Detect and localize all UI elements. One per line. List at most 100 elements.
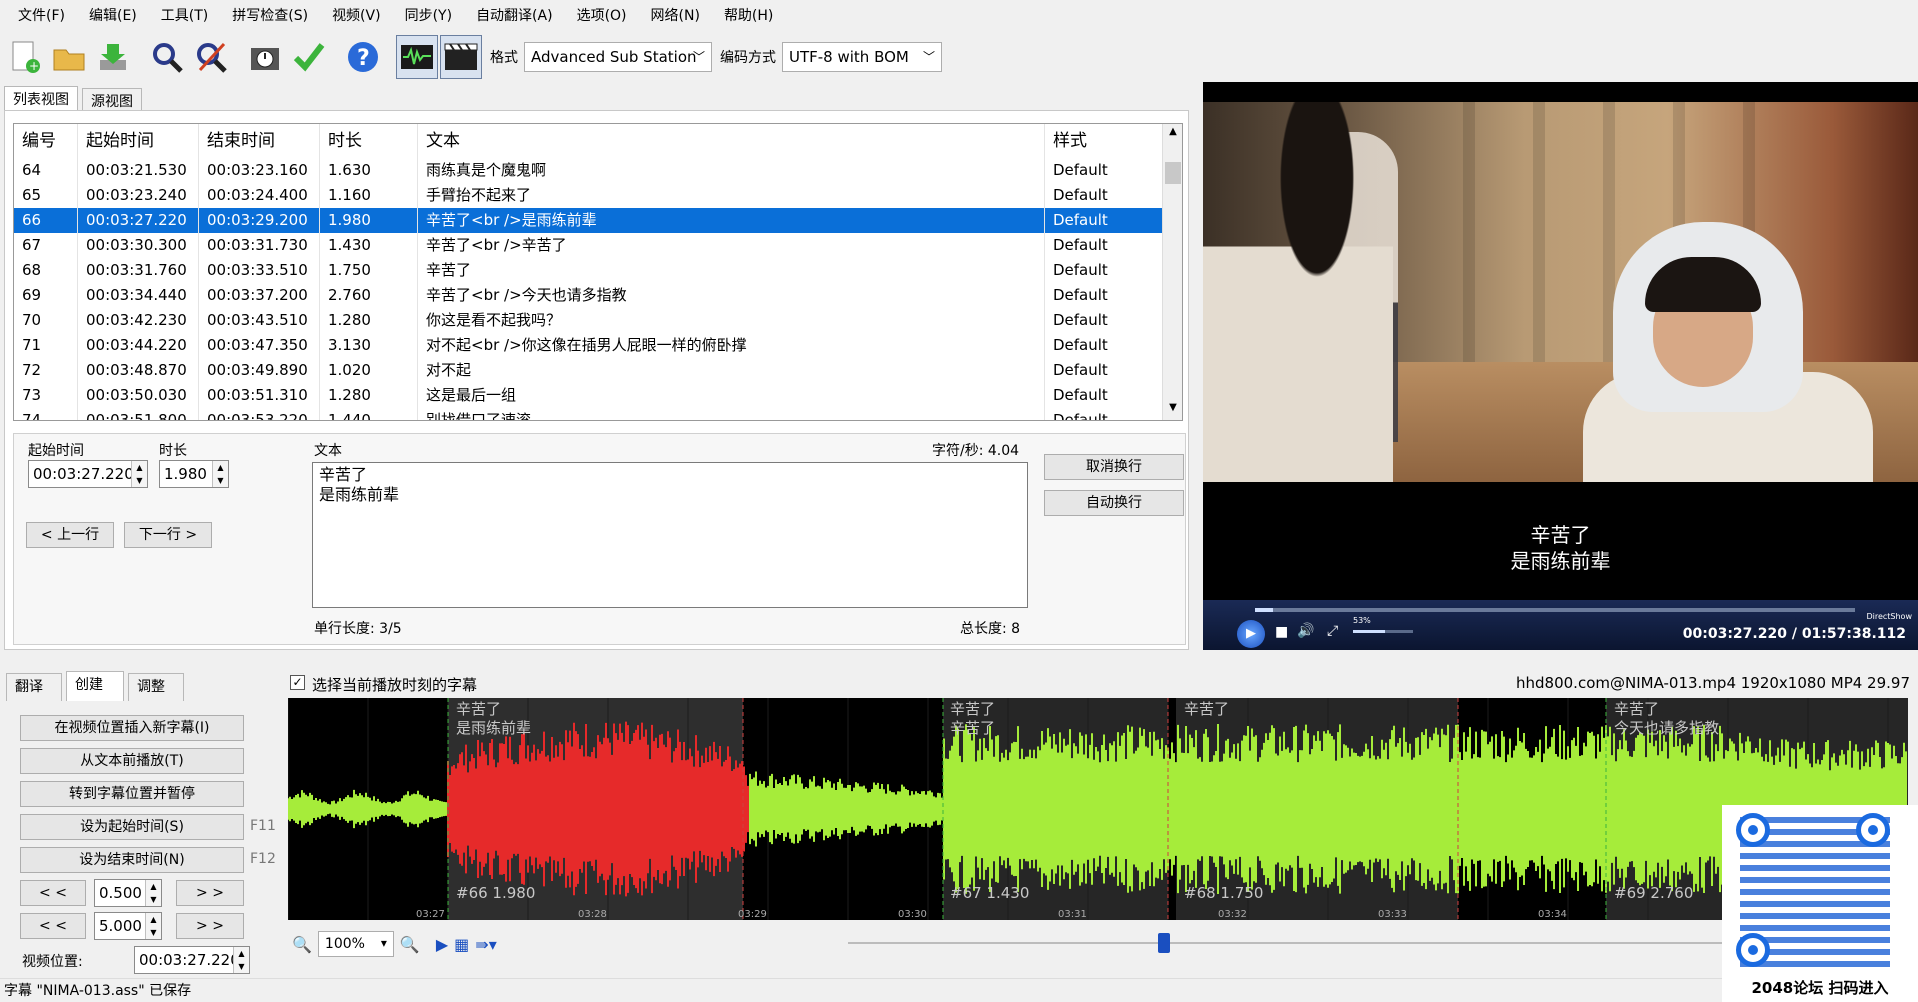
table-row[interactable]: 72 00:03:48.870 00:03:49.890 1.020 对不起 Defaul… (14, 358, 1164, 383)
back-step1-button[interactable]: < < (20, 880, 86, 906)
waveform-toggle-icon[interactable] (396, 35, 438, 79)
table-cell: 手臂抬不起来了 (418, 183, 1045, 208)
grid-scrollbar[interactable]: ▲ ▼ (1162, 124, 1182, 420)
col-text[interactable]: 文本 (418, 124, 1045, 158)
video-toggle-icon[interactable] (440, 35, 482, 79)
menu-tools[interactable]: 工具(T) (149, 0, 220, 32)
wave-tick: 03:27 (416, 909, 445, 920)
col-number[interactable]: 编号 (14, 124, 78, 158)
table-row[interactable]: 74 00:03:51.800 00:03:53.220 1.440 别找借口了速滚 De… (14, 408, 1164, 420)
table-cell: 00:03:30.300 (78, 233, 199, 258)
table-row[interactable]: 70 00:03:42.230 00:03:43.510 1.280 你这是看不起我吗？… (14, 308, 1164, 333)
format-select[interactable]: Advanced Sub Station ﹀ (524, 42, 712, 72)
table-row[interactable]: 73 00:03:50.030 00:03:51.310 1.280 这是最后一组 Def… (14, 383, 1164, 408)
unbreak-button[interactable]: 取消换行 (1044, 454, 1184, 480)
spin-arrows-icon[interactable]: ▲ ▼ (212, 461, 228, 487)
table-row[interactable]: 71 00:03:44.220 00:03:47.350 3.130 对不起<br />… (14, 333, 1164, 358)
replace-icon[interactable] (190, 35, 232, 79)
next-line-button[interactable]: 下一行 > (124, 522, 212, 548)
spin-arrows-icon[interactable]: ▲ ▼ (131, 461, 147, 487)
qr-eye-icon (1736, 813, 1770, 847)
play-selection-icon[interactable]: ▶ (436, 935, 448, 954)
spin-arrows-icon[interactable]: ▲ ▼ (145, 880, 161, 906)
video-progress-track[interactable] (1255, 608, 1855, 612)
waveform-view[interactable]: 辛苦了 是雨练前辈 辛苦了 辛苦了 辛苦了 辛苦了 今天也请多指教 #66 1.… (288, 698, 1908, 920)
table-row[interactable]: 68 00:03:31.760 00:03:33.510 1.750 辛苦了 Defaul… (14, 258, 1164, 283)
chevron-down-icon: ▾ (380, 936, 387, 950)
table-cell: Default (1045, 158, 1164, 183)
menu-sync[interactable]: 同步(Y) (393, 0, 464, 32)
open-folder-icon[interactable] (48, 35, 90, 79)
menu-options[interactable]: 选项(O) (565, 0, 639, 32)
spin-arrows-icon[interactable]: ▲ ▼ (233, 947, 249, 973)
volume-icon[interactable]: 🔊 (1297, 623, 1314, 639)
prev-line-button[interactable]: < 上一行 (26, 522, 114, 548)
menu-network[interactable]: 网络(N) (639, 0, 712, 32)
menu-spellcheck[interactable]: 拼写检查(S) (220, 0, 320, 32)
spectrogram-icon[interactable]: ▦ (454, 935, 469, 954)
step2-field[interactable]: 5.000 ▲ ▼ (94, 912, 162, 940)
move-forward-icon[interactable]: ⇛▾ (475, 935, 496, 954)
table-row[interactable]: 65 00:03:23.240 00:03:24.400 1.160 手臂抬不起来了 De… (14, 183, 1164, 208)
scroll-thumb[interactable] (1165, 162, 1181, 184)
col-duration[interactable]: 时长 (320, 124, 418, 158)
help-icon[interactable]: ? (342, 35, 384, 79)
duration-field[interactable]: 1.980 ▲ ▼ (159, 460, 229, 488)
tab-create[interactable]: 创建 (66, 671, 124, 701)
set-start-button[interactable]: 设为起始时间(S) (20, 814, 244, 840)
scroll-down-icon[interactable]: ▼ (1165, 402, 1181, 418)
tab-translate[interactable]: 翻译 (6, 673, 62, 701)
table-cell: 71 (14, 333, 78, 358)
table-cell: Default (1045, 283, 1164, 308)
list-view-panel: 编号 起始时间 结束时间 时长 文本 样式 64 00:03:21.530 00:0… (4, 110, 1189, 650)
goto-subtitle-button[interactable]: 转到字幕位置并暂停 (20, 781, 244, 807)
fwd-step1-button[interactable]: > > (176, 880, 244, 906)
encoding-select[interactable]: UTF-8 with BOM ﹀ (782, 42, 942, 72)
fwd-step2-button[interactable]: > > (176, 913, 244, 939)
fullscreen-icon[interactable]: ⤢ (1327, 623, 1338, 639)
play-from-text-button[interactable]: 从文本前播放(T) (20, 748, 244, 774)
follow-playback-label: 选择当前播放时刻的字幕 (312, 676, 478, 694)
slider-thumb[interactable] (1158, 933, 1170, 953)
auto-break-button[interactable]: 自动换行 (1044, 490, 1184, 516)
col-end[interactable]: 结束时间 (199, 124, 320, 158)
stop-icon[interactable]: ■ (1275, 624, 1288, 640)
table-row[interactable]: 67 00:03:30.300 00:03:31.730 1.430 辛苦了<br />… (14, 233, 1164, 258)
subtitle-grid[interactable]: 编号 起始时间 结束时间 时长 文本 样式 64 00:03:21.530 00:0… (13, 123, 1183, 421)
set-end-button[interactable]: 设为结束时间(N) (20, 847, 244, 873)
play-icon[interactable]: ▶ (1237, 620, 1265, 648)
table-cell: 64 (14, 158, 78, 183)
menu-video[interactable]: 视频(V) (320, 0, 393, 32)
video-position-field[interactable]: 00:03:27.220 ▲ ▼ (134, 946, 250, 974)
back-step2-button[interactable]: < < (20, 913, 86, 939)
table-row[interactable]: 66 00:03:27.220 00:03:29.200 1.980 辛苦了<br />… (14, 208, 1164, 233)
zoom-in-icon[interactable]: 🔍 (400, 935, 420, 954)
zoom-out-icon[interactable]: 🔍 (292, 935, 312, 954)
visual-sync-icon[interactable] (244, 35, 286, 79)
start-time-field[interactable]: 00:03:27.220 ▲ ▼ (28, 460, 148, 488)
step1-field[interactable]: 0.500 ▲ ▼ (94, 879, 162, 907)
subtitle-text-editor[interactable]: 辛苦了 是雨练前辈 (312, 462, 1028, 608)
table-row[interactable]: 64 00:03:21.530 00:03:23.160 1.630 雨练真是个魔鬼啊 D… (14, 158, 1164, 183)
menu-help[interactable]: 帮助(H) (712, 0, 785, 32)
table-row[interactable]: 69 00:03:34.440 00:03:37.200 2.760 辛苦了<br />… (14, 283, 1164, 308)
spellcheck-check-icon[interactable] (288, 35, 330, 79)
col-start[interactable]: 起始时间 (78, 124, 199, 158)
volume-slider[interactable] (1353, 630, 1413, 633)
col-style[interactable]: 样式 (1045, 124, 1164, 158)
tab-adjust[interactable]: 调整 (128, 673, 184, 701)
scroll-up-icon[interactable]: ▲ (1165, 126, 1181, 142)
table-cell: 1.020 (320, 358, 418, 383)
zoom-select[interactable]: 100% ▾ (317, 931, 394, 957)
save-download-icon[interactable] (92, 35, 134, 79)
search-icon[interactable] (146, 35, 188, 79)
menu-file[interactable]: 文件(F) (6, 0, 77, 32)
spin-arrows-icon[interactable]: ▲ ▼ (145, 913, 161, 939)
table-cell: Default (1045, 333, 1164, 358)
menu-edit[interactable]: 编辑(E) (77, 0, 149, 32)
follow-playback-checkbox[interactable]: ✓ (290, 675, 305, 690)
new-file-icon[interactable]: + (4, 35, 46, 79)
insert-subtitle-button[interactable]: 在视频位置插入新字幕(I) (20, 715, 244, 741)
video-player[interactable]: 辛苦了 是雨练前辈 ▶ ■ 🔊 ⤢ 53% DirectShow 00:03:2… (1203, 82, 1918, 650)
menu-autotranslate[interactable]: 自动翻译(A) (464, 0, 565, 32)
